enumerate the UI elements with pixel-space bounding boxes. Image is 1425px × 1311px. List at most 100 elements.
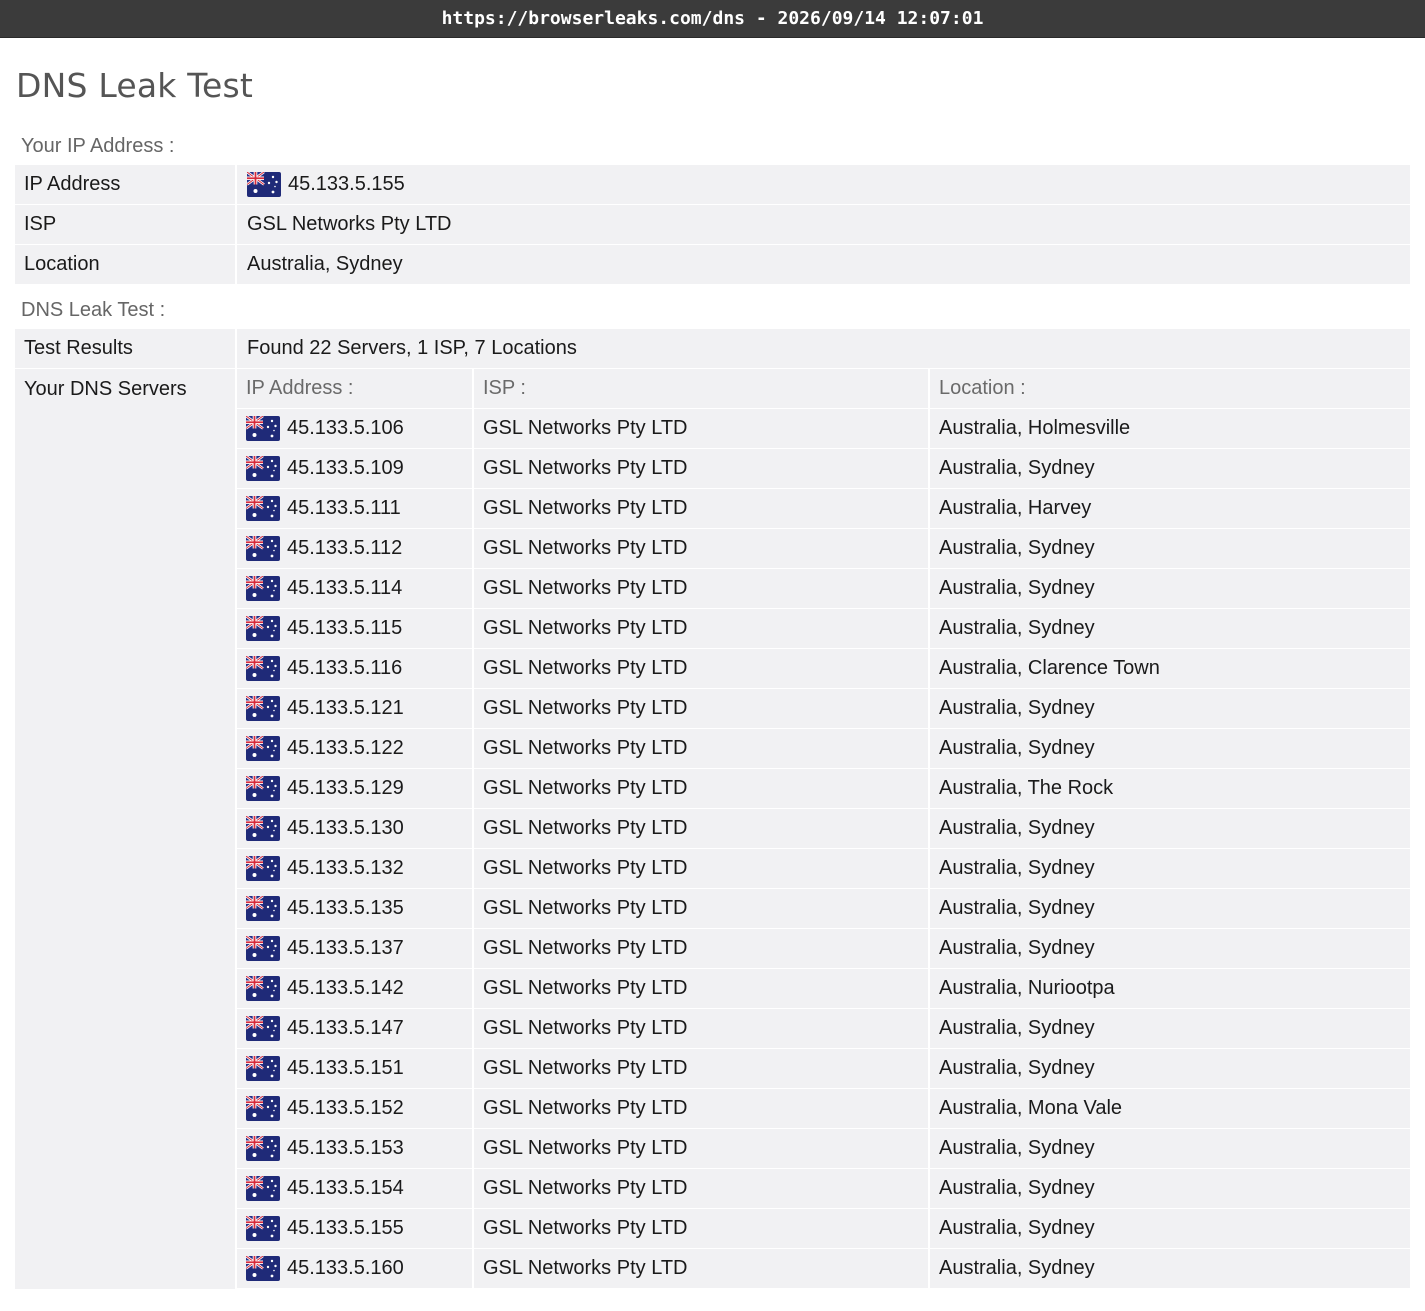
australia-flag-icon bbox=[246, 776, 280, 801]
dns-server-isp: GSL Networks Pty LTD bbox=[474, 1089, 928, 1129]
dns-server-ip: 45.133.5.147 bbox=[287, 1017, 404, 1039]
australia-flag-icon bbox=[246, 576, 280, 601]
dns-server-isp: GSL Networks Pty LTD bbox=[474, 849, 928, 889]
dns-server-location: Australia, Sydney bbox=[930, 929, 1410, 969]
dns-server-ip: 45.133.5.151 bbox=[287, 1057, 404, 1079]
dns-server-location: Australia, Sydney bbox=[930, 1249, 1410, 1289]
dns-server-ip-cell: 45.133.5.129 bbox=[237, 769, 472, 809]
dns-server-location: Australia, Sydney bbox=[930, 1009, 1410, 1049]
dns-server-location: Australia, The Rock bbox=[930, 769, 1410, 809]
dns-server-row: 45.133.5.147 GSL Networks Pty LTD Australi… bbox=[237, 1009, 1410, 1049]
dns-server-row: 45.133.5.153 GSL Networks Pty LTD Australi… bbox=[237, 1129, 1410, 1169]
australia-flag-icon bbox=[246, 536, 280, 561]
australia-flag-icon bbox=[246, 736, 280, 761]
dns-server-row: 45.133.5.160 GSL Networks Pty LTD Australi… bbox=[237, 1249, 1410, 1289]
dns-server-isp: GSL Networks Pty LTD bbox=[474, 649, 928, 689]
isp-value: GSL Networks Pty LTD bbox=[237, 205, 1410, 245]
dns-server-ip-cell: 45.133.5.111 bbox=[237, 489, 472, 529]
australia-flag-icon bbox=[246, 976, 280, 1001]
dns-server-location: Australia, Sydney bbox=[930, 1129, 1410, 1169]
dns-server-row: 45.133.5.122 GSL Networks Pty LTD Australi… bbox=[237, 729, 1410, 769]
australia-flag-icon bbox=[246, 816, 280, 841]
page-title: DNS Leak Test bbox=[16, 66, 254, 105]
dns-server-ip: 45.133.5.114 bbox=[287, 577, 403, 599]
dns-server-isp: GSL Networks Pty LTD bbox=[474, 1169, 928, 1209]
dns-server-location: Australia, Sydney bbox=[930, 689, 1410, 729]
dns-server-isp: GSL Networks Pty LTD bbox=[474, 569, 928, 609]
dns-server-ip-cell: 45.133.5.155 bbox=[237, 1209, 472, 1249]
ip-address-row: IP Address 45.133.5.155 bbox=[15, 165, 1410, 205]
dns-server-ip: 45.133.5.129 bbox=[287, 777, 404, 799]
dns-server-location: Australia, Sydney bbox=[930, 809, 1410, 849]
location-row: Location Australia, Sydney bbox=[15, 245, 1410, 285]
dns-server-isp: GSL Networks Pty LTD bbox=[474, 1249, 928, 1289]
dns-server-row: 45.133.5.106 GSL Networks Pty LTD Australi… bbox=[237, 409, 1410, 449]
dns-server-row: 45.133.5.137 GSL Networks Pty LTD Australi… bbox=[237, 929, 1410, 969]
dns-server-location: Australia, Sydney bbox=[930, 889, 1410, 929]
dns-server-location: Australia, Harvey bbox=[930, 489, 1410, 529]
dns-server-location: Australia, Holmesville bbox=[930, 409, 1410, 449]
dns-server-isp: GSL Networks Pty LTD bbox=[474, 609, 928, 649]
dns-server-ip-cell: 45.133.5.114 bbox=[237, 569, 472, 609]
dns-server-ip-cell: 45.133.5.154 bbox=[237, 1169, 472, 1209]
ip-section-heading: Your IP Address : bbox=[21, 135, 175, 157]
dns-server-location: Australia, Clarence Town bbox=[930, 649, 1410, 689]
dns-server-ip: 45.133.5.116 bbox=[287, 657, 403, 679]
australia-flag-icon bbox=[246, 936, 280, 961]
dns-server-row: 45.133.5.154 GSL Networks Pty LTD Australi… bbox=[237, 1169, 1410, 1209]
dns-server-ip: 45.133.5.121 bbox=[287, 697, 404, 719]
dns-server-isp: GSL Networks Pty LTD bbox=[474, 929, 928, 969]
dns-server-isp: GSL Networks Pty LTD bbox=[474, 729, 928, 769]
isp-row: ISP GSL Networks Pty LTD bbox=[15, 205, 1410, 245]
australia-flag-icon bbox=[246, 1136, 280, 1161]
dns-server-ip-cell: 45.133.5.137 bbox=[237, 929, 472, 969]
dns-server-ip: 45.133.5.152 bbox=[287, 1097, 404, 1119]
dns-server-isp: GSL Networks Pty LTD bbox=[474, 449, 928, 489]
dns-server-ip: 45.133.5.109 bbox=[287, 457, 404, 479]
dns-server-ip-cell: 45.133.5.112 bbox=[237, 529, 472, 569]
dns-server-ip-cell: 45.133.5.116 bbox=[237, 649, 472, 689]
test-results-label: Test Results bbox=[15, 329, 235, 369]
dns-server-ip-cell: 45.133.5.152 bbox=[237, 1089, 472, 1129]
dns-server-ip-cell: 45.133.5.115 bbox=[237, 609, 472, 649]
dns-server-isp: GSL Networks Pty LTD bbox=[474, 1009, 928, 1049]
australia-flag-icon bbox=[247, 172, 281, 197]
ip-address-value: 45.133.5.155 bbox=[288, 173, 405, 195]
dns-server-ip: 45.133.5.154 bbox=[287, 1177, 404, 1199]
dns-servers-table: IP Address : ISP : Location : 45.133.5.1… bbox=[237, 369, 1410, 1289]
dns-server-location: Australia, Sydney bbox=[930, 1169, 1410, 1209]
isp-label: ISP bbox=[15, 205, 235, 245]
location-value: Australia, Sydney bbox=[237, 245, 1410, 285]
dns-server-ip-cell: 45.133.5.132 bbox=[237, 849, 472, 889]
dns-server-location: Australia, Mona Vale bbox=[930, 1089, 1410, 1129]
australia-flag-icon bbox=[246, 1256, 280, 1281]
dns-table-header: IP Address : ISP : Location : bbox=[237, 369, 1410, 409]
dns-server-ip: 45.133.5.142 bbox=[287, 977, 404, 999]
dns-server-ip-cell: 45.133.5.106 bbox=[237, 409, 472, 449]
test-results-row: Test Results Found 22 Servers, 1 ISP, 7 … bbox=[15, 329, 1410, 369]
australia-flag-icon bbox=[246, 1056, 280, 1081]
dns-server-isp: GSL Networks Pty LTD bbox=[474, 889, 928, 929]
dns-server-location: Australia, Sydney bbox=[930, 569, 1410, 609]
dns-server-isp: GSL Networks Pty LTD bbox=[474, 409, 928, 449]
dns-server-isp: GSL Networks Pty LTD bbox=[474, 809, 928, 849]
column-header-location: Location : bbox=[930, 369, 1410, 409]
dns-server-isp: GSL Networks Pty LTD bbox=[474, 769, 928, 809]
dns-server-location: Australia, Sydney bbox=[930, 729, 1410, 769]
dns-server-location: Australia, Sydney bbox=[930, 449, 1410, 489]
dns-server-row: 45.133.5.132 GSL Networks Pty LTD Australi… bbox=[237, 849, 1410, 889]
dns-server-ip: 45.133.5.137 bbox=[287, 937, 404, 959]
australia-flag-icon bbox=[246, 1016, 280, 1041]
ip-address-value-cell: 45.133.5.155 bbox=[237, 165, 1410, 205]
dns-server-row: 45.133.5.121 GSL Networks Pty LTD Australi… bbox=[237, 689, 1410, 729]
australia-flag-icon bbox=[246, 416, 280, 441]
australia-flag-icon bbox=[246, 856, 280, 881]
url-timestamp: https://browserleaks.com/dns - 2026/09/1… bbox=[441, 8, 984, 29]
dns-servers-label-cell: Your DNS Servers bbox=[15, 369, 235, 1289]
ip-info-table: IP Address 45.133.5.155 ISP GSL Networks… bbox=[15, 165, 1410, 285]
dns-server-ip: 45.133.5.155 bbox=[287, 1217, 404, 1239]
dns-server-location: Australia, Sydney bbox=[930, 1049, 1410, 1089]
dns-server-isp: GSL Networks Pty LTD bbox=[474, 1049, 928, 1089]
dns-server-ip-cell: 45.133.5.121 bbox=[237, 689, 472, 729]
dns-results-table: Test Results Found 22 Servers, 1 ISP, 7 … bbox=[15, 329, 1410, 1289]
